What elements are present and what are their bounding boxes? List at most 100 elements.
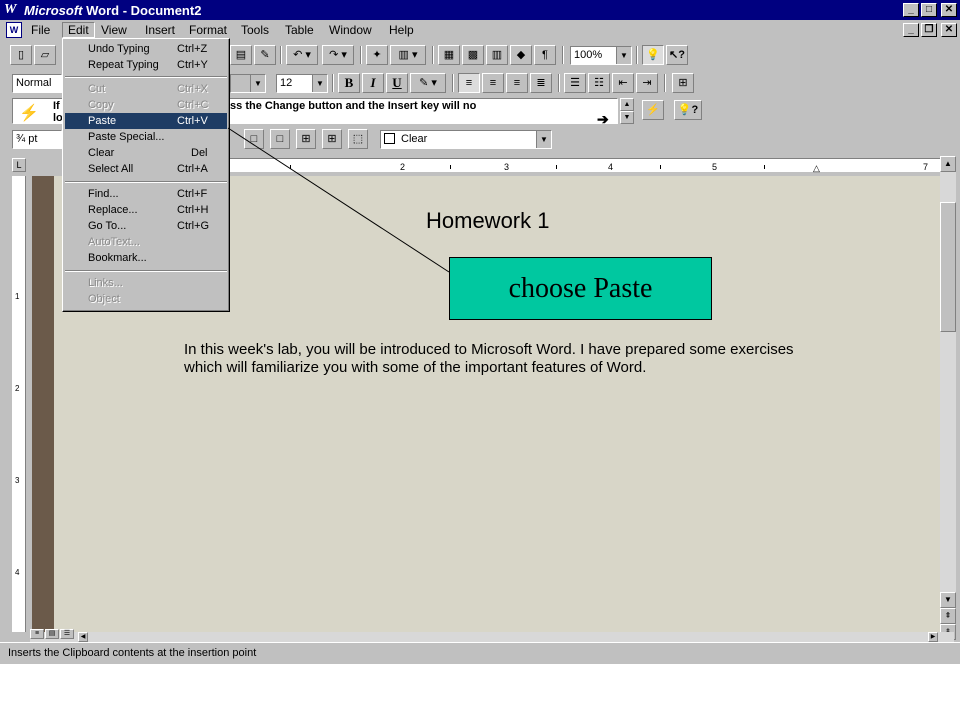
doc-minimize-button[interactable]: _ bbox=[903, 23, 919, 37]
decrease-indent-icon[interactable]: ⇤ bbox=[612, 73, 634, 93]
border-all-icon[interactable]: ⊞ bbox=[322, 129, 342, 149]
right-indent-marker-icon[interactable]: △ bbox=[813, 163, 820, 174]
address-book-icon[interactable]: ▥ ▾ bbox=[390, 45, 426, 65]
highlight-icon[interactable]: ✎ ▾ bbox=[410, 73, 446, 93]
scroll-thumb[interactable] bbox=[940, 202, 956, 332]
format-painter-icon[interactable]: ✎ bbox=[254, 45, 276, 65]
menu-item-links: Links... bbox=[88, 277, 123, 289]
menu-view[interactable]: View bbox=[96, 22, 132, 38]
outline-view-icon[interactable]: ☰ bbox=[60, 629, 74, 639]
menu-format[interactable]: Format bbox=[184, 22, 232, 38]
vruler-label: 1 bbox=[15, 292, 20, 301]
drawing-icon[interactable]: ◆ bbox=[510, 45, 532, 65]
redo-icon[interactable]: ↷ ▾ bbox=[322, 45, 354, 65]
autotext-icon[interactable]: ✦ bbox=[366, 45, 388, 65]
underline-button[interactable]: U bbox=[386, 73, 408, 93]
columns-icon[interactable]: ▥ bbox=[486, 45, 508, 65]
menu-item-copy: Copy Ctrl+C bbox=[88, 99, 209, 111]
zoom-value: 100% bbox=[574, 49, 603, 61]
chevron-down-icon: ▼ bbox=[250, 75, 265, 92]
numbering-icon[interactable]: ☰ bbox=[564, 73, 586, 93]
show-me-lightning-icon[interactable]: ⚡ bbox=[642, 100, 664, 120]
menu-item-bookmark[interactable]: Bookmark... bbox=[65, 250, 227, 266]
open-folder-icon[interactable]: ▱ bbox=[34, 45, 56, 65]
increase-indent-icon[interactable]: ⇥ bbox=[636, 73, 658, 93]
tip-scroll-up-icon[interactable]: ▲ bbox=[620, 98, 634, 111]
font-select-arrow[interactable]: ▼ bbox=[230, 74, 266, 93]
menu-item-select-all[interactable]: Select All Ctrl+A bbox=[65, 161, 227, 177]
tip-help-icon[interactable]: 💡? bbox=[674, 100, 702, 120]
shading-swatch-icon bbox=[384, 133, 395, 144]
menu-item-go-to[interactable]: Go To... Ctrl+G bbox=[65, 218, 227, 234]
scroll-up-icon[interactable]: ▲ bbox=[940, 156, 956, 172]
menu-item-paste-special[interactable]: Paste Special... bbox=[65, 129, 227, 145]
style-select[interactable]: Normal bbox=[12, 74, 62, 93]
menu-item-find[interactable]: Find... Ctrl+F bbox=[65, 186, 227, 202]
menu-item-autotext: AutoText... bbox=[88, 236, 140, 248]
vertical-ruler: 1 2 3 4 bbox=[12, 176, 26, 632]
menu-edit[interactable]: Edit bbox=[62, 22, 95, 38]
paste-icon[interactable]: ▤ bbox=[230, 45, 252, 65]
prev-page-icon[interactable]: ⇞ bbox=[940, 608, 956, 624]
insert-table-icon[interactable]: ▦ bbox=[438, 45, 460, 65]
scroll-right-icon[interactable]: ▶ bbox=[928, 632, 938, 642]
border-inside-icon[interactable]: □ bbox=[270, 129, 290, 149]
status-message: Inserts the Clipboard contents at the in… bbox=[8, 647, 257, 659]
horizontal-scrollbar[interactable]: ◀ ▶ bbox=[30, 632, 954, 642]
menu-tools[interactable]: Tools bbox=[236, 22, 274, 38]
show-paragraph-icon[interactable]: ¶ bbox=[534, 45, 556, 65]
menu-item-paste[interactable]: Paste Ctrl+V bbox=[65, 113, 227, 129]
doc-close-button[interactable]: ✕ bbox=[941, 23, 957, 37]
tipwizard-bulb-icon[interactable]: 💡 bbox=[642, 45, 664, 65]
maximize-button[interactable]: □ bbox=[921, 3, 937, 17]
font-size-select[interactable]: 12 ▼ bbox=[276, 74, 328, 93]
zoom-select[interactable]: 100% ▼ bbox=[570, 46, 632, 65]
tip-scroll-down-icon[interactable]: ▼ bbox=[620, 111, 634, 124]
bullets-icon[interactable]: ☷ bbox=[588, 73, 610, 93]
help-pointer-icon[interactable]: ↖? bbox=[666, 45, 688, 65]
menu-item-clear[interactable]: Clear Del bbox=[65, 145, 227, 161]
border-grid-icon[interactable]: ⊞ bbox=[296, 129, 316, 149]
scroll-left-icon[interactable]: ◀ bbox=[78, 632, 88, 642]
bold-button[interactable]: B bbox=[338, 73, 360, 93]
border-none-icon[interactable]: ⬚ bbox=[348, 129, 368, 149]
ruler-strip[interactable]: 2 3 4 5 7 △ bbox=[230, 158, 942, 174]
menu-help[interactable]: Help bbox=[384, 22, 419, 38]
undo-icon[interactable]: ↶ ▾ bbox=[286, 45, 318, 65]
status-bar: Inserts the Clipboard contents at the in… bbox=[0, 642, 960, 664]
menu-table[interactable]: Table bbox=[280, 22, 319, 38]
minimize-button[interactable]: _ bbox=[903, 3, 919, 17]
vruler-label: 2 bbox=[15, 384, 20, 393]
insert-excel-icon[interactable]: ▩ bbox=[462, 45, 484, 65]
menu-item-repeat-typing[interactable]: Repeat Typing Ctrl+Y bbox=[65, 57, 227, 73]
chevron-down-icon: ▼ bbox=[312, 75, 327, 92]
menu-window[interactable]: Window bbox=[324, 22, 377, 38]
tab-selector[interactable]: L bbox=[12, 158, 26, 172]
align-right-icon[interactable]: ≡ bbox=[506, 73, 528, 93]
borders-icon[interactable]: ⊞ bbox=[672, 73, 694, 93]
line-width-select[interactable]: ¾ pt bbox=[12, 130, 62, 149]
page-layout-view-icon[interactable]: ▤ bbox=[45, 629, 59, 639]
menu-item-replace[interactable]: Replace... Ctrl+H bbox=[65, 202, 227, 218]
vertical-scrollbar[interactable]: ▲ ▼ ⇞ ⇟ bbox=[940, 156, 956, 640]
border-outside-icon[interactable]: □ bbox=[244, 129, 264, 149]
ruler-label: 2 bbox=[400, 162, 406, 172]
justify-icon[interactable]: ≣ bbox=[530, 73, 552, 93]
new-document-icon[interactable]: ▯ bbox=[10, 45, 32, 65]
menu-file[interactable]: File bbox=[26, 22, 55, 38]
word-logo-icon: W bbox=[4, 2, 17, 17]
normal-view-icon[interactable]: ≡ bbox=[30, 629, 44, 639]
doc-restore-button[interactable]: ❐ bbox=[921, 23, 937, 37]
arrow-right-icon[interactable]: ➔ bbox=[597, 111, 609, 128]
menu-item-undo-typing[interactable]: Undo Typing Ctrl+Z bbox=[65, 41, 227, 57]
menu-insert[interactable]: Insert bbox=[140, 22, 180, 38]
italic-button[interactable]: I bbox=[362, 73, 384, 93]
close-button[interactable]: ✕ bbox=[941, 3, 957, 17]
align-center-icon[interactable]: ≡ bbox=[482, 73, 504, 93]
title-document: Word - Document2 bbox=[82, 3, 202, 18]
menu-item-cut: Cut Ctrl+X bbox=[88, 83, 208, 95]
shading-select[interactable]: Clear ▼ bbox=[380, 130, 552, 149]
scroll-down-icon[interactable]: ▼ bbox=[940, 592, 956, 608]
document-icon[interactable]: W bbox=[6, 22, 22, 38]
align-left-icon[interactable]: ≡ bbox=[458, 73, 480, 93]
